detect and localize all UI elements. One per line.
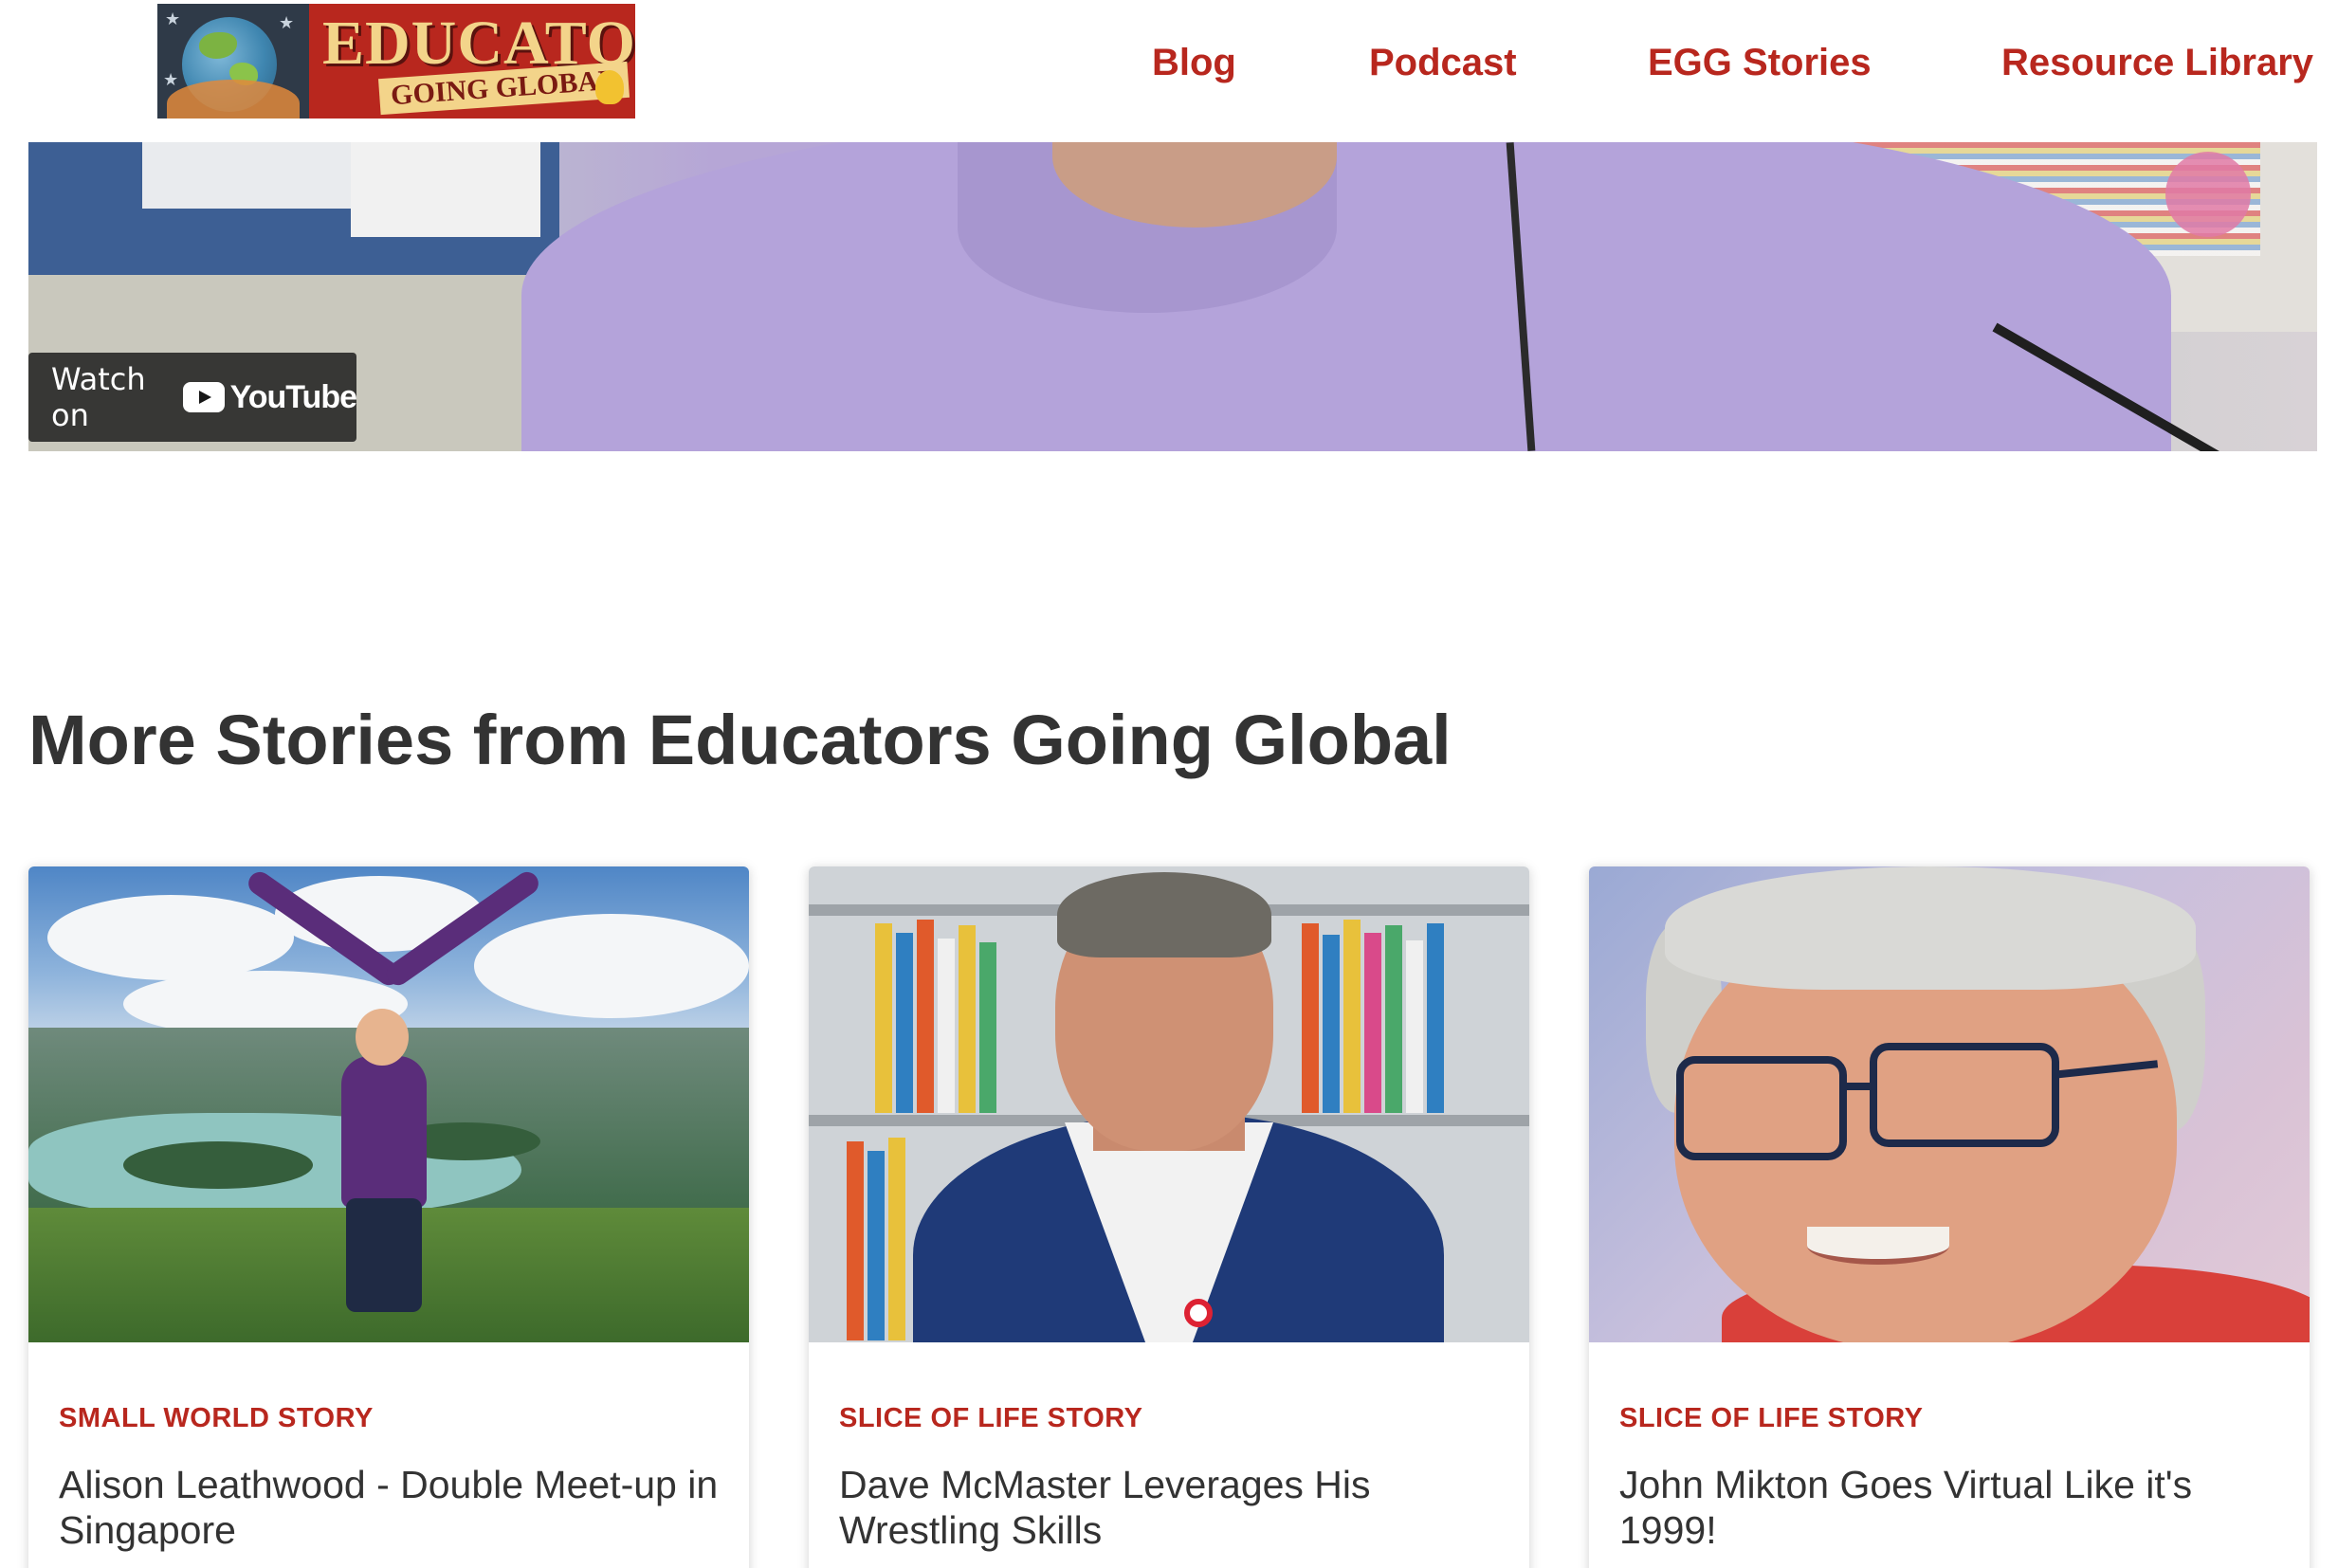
- lightbulb-icon: [595, 70, 624, 104]
- story-card[interactable]: SMALL WORLD STORY Alison Leathwood - Dou…: [28, 866, 749, 1568]
- story-card[interactable]: SLICE OF LIFE STORY John Mikton Goes Vir…: [1589, 866, 2310, 1568]
- youtube-play-icon: [182, 382, 225, 412]
- story-category[interactable]: SLICE OF LIFE STORY: [839, 1403, 1142, 1434]
- globe-hands-icon: ★ ★ ★: [157, 4, 309, 119]
- story-title[interactable]: Dave McMaster Leverages His Wrestling Sk…: [839, 1462, 1503, 1553]
- section-title: More Stories from Educators Going Global: [28, 701, 1452, 779]
- site-logo[interactable]: ★ ★ ★ EDUCATORS GOING GLOBAL: [157, 4, 635, 119]
- story-image[interactable]: [28, 866, 749, 1342]
- story-image[interactable]: [1589, 866, 2310, 1342]
- youtube-logo: YouTube: [182, 378, 357, 416]
- video-person: [521, 142, 2171, 451]
- story-category[interactable]: SMALL WORLD STORY: [59, 1403, 374, 1434]
- nav-link-podcast[interactable]: Podcast: [1369, 42, 1517, 84]
- story-category[interactable]: SLICE OF LIFE STORY: [1619, 1403, 1923, 1434]
- story-title[interactable]: John Mikton Goes Virtual Like it's 1999!: [1619, 1462, 2283, 1553]
- watch-on-youtube-button[interactable]: Watch on YouTube: [28, 353, 357, 442]
- video-embed[interactable]: [28, 142, 2317, 451]
- nav-link-blog[interactable]: Blog: [1152, 42, 1236, 84]
- site-header: ★ ★ ★ EDUCATORS GOING GLOBAL Blog Podcas…: [0, 0, 2338, 142]
- story-title[interactable]: Alison Leathwood - Double Meet-up in Sin…: [59, 1462, 722, 1553]
- story-image[interactable]: [809, 866, 1529, 1342]
- watch-on-label: Watch on: [51, 361, 146, 433]
- nav-link-egg-stories[interactable]: EGG Stories: [1648, 42, 1872, 84]
- youtube-wordmark: YouTube: [229, 378, 357, 415]
- story-card[interactable]: SLICE OF LIFE STORY Dave McMaster Levera…: [809, 866, 1529, 1568]
- logo-wordmark: EDUCATORS GOING GLOBAL: [309, 4, 635, 119]
- nav-link-resource-library[interactable]: Resource Library: [2001, 42, 2313, 84]
